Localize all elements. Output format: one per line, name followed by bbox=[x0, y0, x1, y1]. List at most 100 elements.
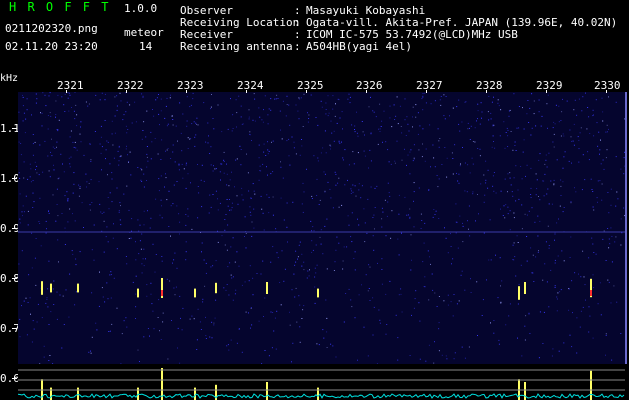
noise-speckle bbox=[108, 331, 110, 332]
noise-speckle bbox=[172, 203, 174, 205]
noise-speckle bbox=[242, 199, 244, 201]
noise-speckle bbox=[593, 287, 595, 289]
noise-speckle bbox=[116, 187, 118, 189]
noise-speckle bbox=[142, 95, 144, 97]
noise-speckle bbox=[52, 146, 54, 148]
noise-speckle bbox=[295, 250, 297, 252]
noise-speckle bbox=[343, 246, 345, 248]
noise-speckle bbox=[539, 220, 541, 222]
noise-speckle bbox=[528, 313, 530, 315]
noise-speckle bbox=[579, 326, 581, 328]
noise-speckle bbox=[24, 132, 26, 134]
noise-speckle bbox=[533, 113, 535, 115]
noise-speckle bbox=[535, 256, 537, 258]
noise-speckle bbox=[234, 293, 236, 295]
noise-speckle bbox=[266, 166, 267, 168]
noise-speckle bbox=[231, 277, 233, 279]
noise-speckle bbox=[508, 110, 510, 112]
noise-speckle bbox=[91, 202, 93, 203]
noise-speckle bbox=[90, 161, 92, 162]
noise-speckle bbox=[226, 199, 228, 200]
noise-speckle bbox=[408, 214, 409, 216]
noise-speckle bbox=[334, 115, 336, 117]
noise-speckle bbox=[411, 259, 412, 261]
noise-speckle bbox=[526, 236, 528, 237]
noise-speckle bbox=[76, 114, 78, 116]
noise-speckle bbox=[227, 205, 229, 207]
noise-speckle bbox=[297, 110, 299, 112]
noise-speckle bbox=[364, 222, 366, 224]
noise-speckle bbox=[314, 302, 316, 304]
noise-speckle bbox=[571, 346, 573, 348]
noise-speckle bbox=[213, 324, 215, 326]
y-tick-mark bbox=[12, 128, 17, 129]
noise-speckle bbox=[350, 299, 352, 301]
noise-speckle bbox=[508, 315, 510, 317]
noise-speckle bbox=[22, 215, 23, 217]
noise-speckle bbox=[248, 312, 249, 314]
noise-speckle bbox=[483, 201, 485, 203]
noise-speckle bbox=[556, 298, 558, 300]
noise-speckle bbox=[272, 214, 274, 216]
noise-speckle bbox=[135, 121, 137, 123]
noise-speckle bbox=[433, 157, 435, 159]
noise-speckle bbox=[617, 198, 619, 200]
noise-speckle bbox=[176, 181, 178, 182]
noise-speckle bbox=[329, 188, 331, 190]
noise-speckle bbox=[605, 335, 607, 336]
noise-speckle bbox=[509, 229, 511, 231]
noise-speckle bbox=[523, 128, 525, 130]
noise-speckle bbox=[438, 140, 440, 142]
datetime-label: 02.11.20 23:20 bbox=[5, 40, 98, 53]
noise-speckle bbox=[298, 118, 300, 120]
noise-speckle bbox=[91, 249, 93, 251]
noise-speckle bbox=[515, 275, 517, 277]
meteor-echo-core bbox=[161, 290, 163, 296]
noise-speckle bbox=[85, 101, 87, 103]
noise-speckle bbox=[461, 121, 463, 123]
noise-speckle bbox=[143, 224, 145, 226]
noise-speckle bbox=[100, 152, 102, 154]
noise-speckle bbox=[487, 169, 489, 171]
noise-speckle bbox=[582, 250, 584, 252]
noise-speckle bbox=[325, 109, 327, 110]
noise-speckle bbox=[19, 318, 21, 320]
noise-speckle bbox=[80, 141, 82, 143]
noise-speckle bbox=[202, 301, 204, 303]
noise-speckle bbox=[511, 191, 513, 193]
noise-speckle bbox=[345, 293, 347, 294]
noise-speckle bbox=[568, 288, 570, 290]
noise-speckle bbox=[352, 151, 354, 153]
noise-speckle bbox=[610, 227, 612, 229]
noise-speckle bbox=[517, 303, 519, 305]
noise-speckle bbox=[547, 127, 548, 129]
noise-speckle bbox=[537, 215, 539, 217]
noise-speckle bbox=[293, 141, 295, 143]
noise-speckle bbox=[554, 262, 556, 264]
noise-speckle bbox=[512, 244, 514, 246]
noise-speckle bbox=[260, 273, 262, 275]
noise-speckle bbox=[180, 132, 182, 134]
noise-speckle bbox=[343, 321, 345, 323]
noise-speckle bbox=[548, 245, 550, 246]
noise-speckle bbox=[23, 161, 25, 163]
echo-power-spike bbox=[524, 382, 526, 400]
noise-speckle bbox=[301, 318, 303, 319]
noise-speckle bbox=[227, 344, 229, 346]
noise-speckle bbox=[557, 255, 559, 257]
noise-speckle bbox=[118, 146, 120, 148]
noise-speckle bbox=[417, 133, 419, 135]
noise-speckle bbox=[478, 213, 479, 215]
noise-speckle bbox=[578, 98, 580, 100]
noise-speckle bbox=[317, 160, 319, 162]
noise-speckle bbox=[357, 135, 359, 137]
noise-speckle bbox=[190, 182, 191, 184]
noise-speckle bbox=[580, 127, 582, 129]
noise-speckle bbox=[158, 94, 159, 95]
noise-speckle bbox=[433, 209, 435, 210]
noise-speckle bbox=[396, 140, 398, 142]
noise-speckle bbox=[355, 195, 357, 197]
noise-speckle bbox=[100, 125, 102, 127]
noise-speckle bbox=[189, 318, 191, 320]
noise-speckle bbox=[120, 155, 122, 157]
